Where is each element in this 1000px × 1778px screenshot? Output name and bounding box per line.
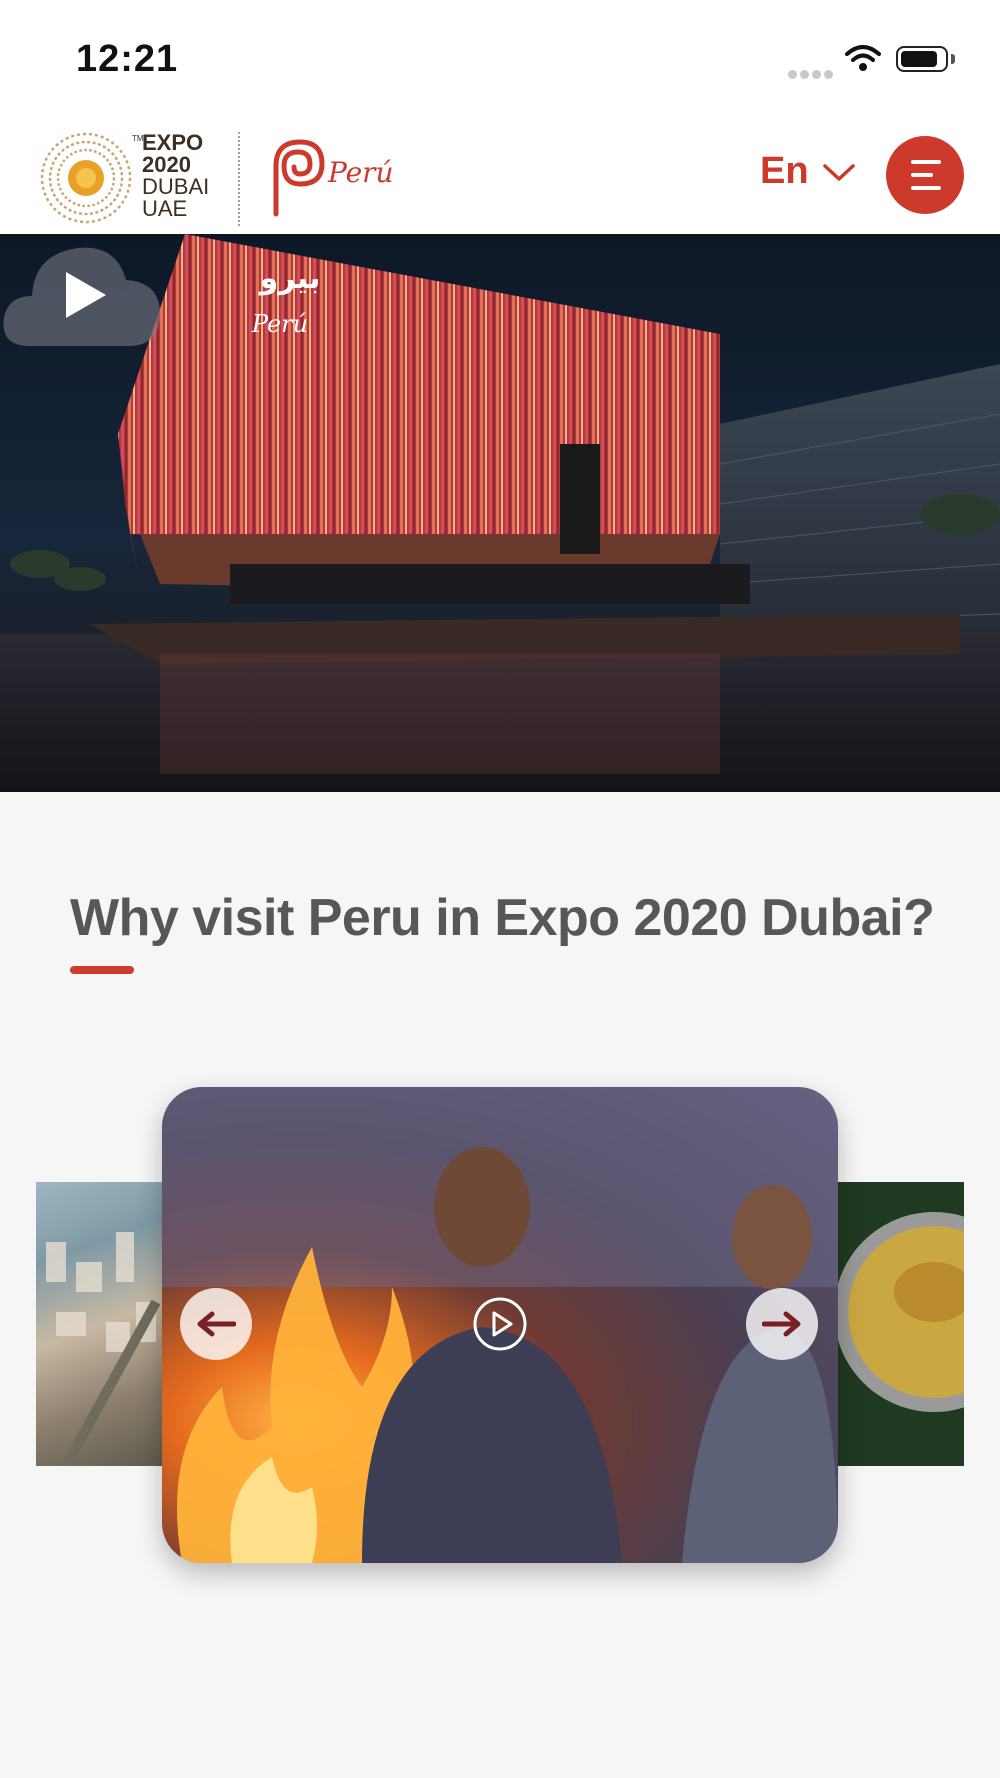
title-underline	[70, 966, 134, 974]
chevron-down-icon[interactable]	[822, 162, 856, 182]
play-circle-icon[interactable]	[472, 1296, 528, 1352]
logo-divider	[238, 132, 240, 226]
expo-2020-wordmark: EXPO 2020 DUBAI UAE TM	[132, 130, 210, 221]
carousel-next-button[interactable]	[746, 1288, 818, 1360]
status-bar: 12:21	[0, 0, 1000, 110]
wifi-icon	[845, 45, 881, 71]
expo-line-1: EXPO	[142, 130, 204, 155]
status-time: 12:21	[76, 38, 179, 80]
expo-line-4: UAE	[142, 196, 188, 221]
carousel-card-food[interactable]	[824, 1182, 964, 1466]
app-header: EXPO 2020 DUBAI UAE TM Perú En	[0, 110, 1000, 234]
battery-cap	[951, 54, 955, 64]
battery-icon	[896, 46, 948, 72]
menu-button[interactable]	[886, 136, 964, 214]
arrow-left-icon	[197, 1311, 236, 1337]
pavilion-sign-arabic: بيرو	[258, 261, 321, 296]
peru-logo-text: Perú	[327, 156, 394, 189]
expo-2020-emblem-icon[interactable]	[36, 128, 136, 228]
trademark-mark: TM	[132, 134, 144, 143]
arrow-right-icon	[762, 1311, 801, 1337]
peru-brand-logo[interactable]: Perú	[264, 136, 400, 218]
expo-line-2: 2020	[142, 152, 191, 177]
carousel-prev-button[interactable]	[180, 1288, 252, 1360]
pavilion-sign-latin: Perú	[251, 310, 308, 338]
peruvian-food-image	[834, 1212, 964, 1412]
carousel-card-city[interactable]	[36, 1182, 168, 1466]
cellular-signal-icon	[788, 64, 836, 83]
expo-line-3: DUBAI	[142, 174, 210, 199]
language-selector[interactable]: En	[760, 150, 809, 193]
hero-video[interactable]: بيرو Perú	[0, 234, 1000, 792]
play-icon[interactable]	[0, 234, 164, 360]
section-title: Why visit Peru in Expo 2020 Dubai?	[70, 889, 935, 947]
city-aerial-image	[46, 1232, 161, 1466]
